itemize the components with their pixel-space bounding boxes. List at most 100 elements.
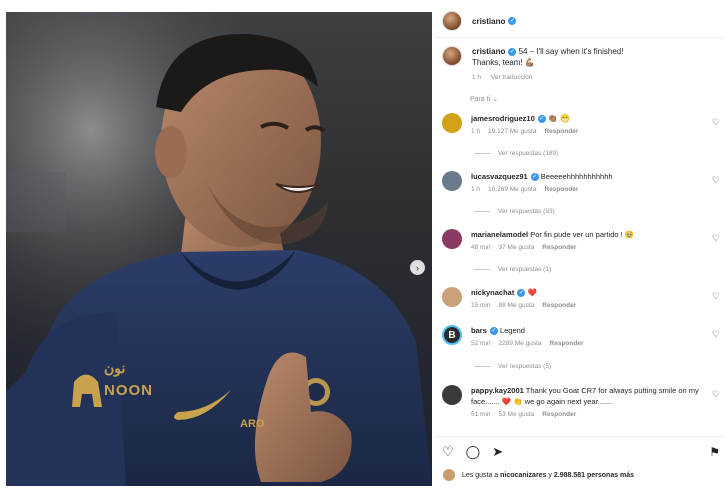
- liker-username[interactable]: nicocanizares: [500, 472, 546, 479]
- comment-time: 52 min: [471, 340, 491, 347]
- chevron-right-icon: ›: [416, 262, 419, 273]
- verified-badge-icon: ✓: [489, 327, 498, 336]
- view-replies-button[interactable]: Ver respuestas (1): [474, 266, 551, 273]
- bookmark-icon[interactable]: ⚑: [709, 445, 720, 459]
- view-replies-button[interactable]: Ver respuestas (5): [474, 363, 551, 370]
- comment-item: jamesrodriguez10 ✓ 👏🏽 😁 1 h 19.127 Me gust…: [442, 113, 724, 137]
- verified-badge-icon: ✓: [508, 17, 517, 25]
- comment-avatar[interactable]: [442, 229, 462, 249]
- view-replies-button[interactable]: Ver respuestas (93): [474, 208, 555, 215]
- view-replies-label: Ver respuestas (1): [498, 266, 552, 273]
- reply-button[interactable]: Responder: [544, 128, 578, 135]
- replies-line: [474, 269, 490, 270]
- caption-time: 1 h: [472, 74, 482, 81]
- likes-count[interactable]: 2.988.581: [554, 472, 585, 479]
- replies-line: [474, 366, 490, 367]
- jersey-sponsor-arabic: ﻧﻮﻥ: [104, 360, 126, 376]
- post-caption: cristiano ✓ 54 – I'll say when it's finis…: [442, 46, 722, 83]
- comment-like-heart-icon[interactable]: ♡: [712, 233, 720, 244]
- comment-item: B bars ✓ Legend 52 min 2289 Me gusta Respon…: [442, 325, 724, 349]
- caption-username[interactable]: cristiano: [472, 47, 505, 56]
- comment-like-heart-icon[interactable]: ♡: [712, 117, 720, 128]
- comment-time: 1 h: [471, 186, 481, 193]
- comment-text: Legend: [499, 326, 525, 335]
- actions-divider: [434, 436, 724, 437]
- comment-like-heart-icon[interactable]: ♡: [712, 329, 720, 340]
- comment-icon[interactable]: ◯: [466, 445, 481, 459]
- caption-avatar[interactable]: [442, 46, 462, 66]
- post-header: cristiano ✓: [434, 8, 724, 34]
- comment-sort-dropdown[interactable]: Para ti ⌄: [470, 95, 498, 103]
- comment-text: Beeeeehhhhhhhhhhh: [540, 172, 613, 181]
- comment-avatar[interactable]: B: [442, 325, 462, 345]
- comment-text: 👏🏽 😁: [547, 114, 571, 123]
- comment-item: pappy.kay2001 Thank you Goat CR7 for alw…: [442, 385, 724, 420]
- verified-badge-icon: ✓: [537, 115, 546, 124]
- comment-username[interactable]: marianelamodel: [471, 230, 528, 239]
- replies-line: [474, 153, 490, 154]
- reply-button[interactable]: Responder: [542, 411, 576, 418]
- comment-likes[interactable]: 88 Me gusta: [499, 302, 535, 309]
- liker-avatar: [442, 468, 456, 482]
- comment-item: marianelamodel Por fin pude ver un parti…: [442, 229, 724, 253]
- comment-like-heart-icon[interactable]: ♡: [712, 291, 720, 302]
- author-username[interactable]: cristiano: [472, 17, 505, 26]
- post-side-panel: cristiano ✓ cristiano ✓ 54 – I'll say whe…: [434, 0, 728, 488]
- view-replies-label: Ver respuestas (93): [498, 208, 555, 215]
- verified-badge-icon: ✓: [530, 173, 539, 182]
- comment-likes[interactable]: 37 Me gusta: [499, 244, 535, 251]
- post-photo: ﻧﻮﻥ NOON ARO: [6, 12, 432, 486]
- comment-item: lucasvazquez91 ✓ Beeeeehhhhhhhhhhh 1 h 10.…: [442, 171, 724, 195]
- post-actions: ♡ ◯ ➤ ⚑: [442, 444, 724, 460]
- comment-like-heart-icon[interactable]: ♡: [712, 389, 720, 400]
- comment-like-heart-icon[interactable]: ♡: [712, 175, 720, 186]
- likes-suffix[interactable]: personas más: [587, 472, 634, 479]
- comment-avatar[interactable]: [442, 113, 462, 133]
- see-translation-link[interactable]: Ver traducción: [491, 74, 533, 81]
- comment-likes[interactable]: 53 Me gusta: [499, 411, 535, 418]
- reply-button[interactable]: Responder: [544, 186, 578, 193]
- caption-text-line2: Thanks, team! 💪🏽: [472, 58, 535, 67]
- reply-button[interactable]: Responder: [542, 244, 576, 251]
- likes-connector: y: [548, 471, 552, 479]
- likes-prefix: Les gusta a: [462, 471, 499, 479]
- comment-time: 15 min: [471, 302, 491, 309]
- share-icon[interactable]: ➤: [492, 445, 503, 459]
- comment-text: Por fin pude ver un partido ! 🥹: [530, 230, 635, 239]
- chevron-down-icon: ⌄: [492, 96, 499, 103]
- comment-likes[interactable]: 2289 Me gusta: [499, 340, 542, 347]
- comment-username[interactable]: lucasvazquez91: [471, 172, 528, 181]
- reply-button[interactable]: Responder: [542, 302, 576, 309]
- comment-username[interactable]: jamesrodriguez10: [471, 114, 535, 123]
- verified-badge-icon: ✓: [508, 47, 517, 56]
- comment-avatar[interactable]: [442, 385, 462, 405]
- player-illustration: [6, 12, 432, 486]
- caption-text: 54 – I'll say when it's finished!: [518, 47, 624, 56]
- comment-item: nickynachat ✓ ❤️ 15 min 88 Me gusta Respond…: [442, 287, 724, 311]
- header-divider: [434, 37, 724, 38]
- comment-username[interactable]: nickynachat: [471, 288, 514, 297]
- heart-icon[interactable]: ♡: [442, 445, 454, 459]
- comment-avatar[interactable]: [442, 171, 462, 191]
- view-replies-label: Ver respuestas (189): [498, 150, 559, 157]
- jersey-sponsor-latin: NOON: [104, 382, 153, 399]
- comment-time: 48 min: [471, 244, 491, 251]
- reply-button[interactable]: Responder: [550, 340, 584, 347]
- comment-username[interactable]: pappy.kay2001: [471, 386, 524, 395]
- likes-summary: Les gusta a nicocanizares y 2.988.581 pe…: [442, 468, 634, 482]
- comment-username[interactable]: bars: [471, 326, 487, 335]
- comment-avatar[interactable]: [442, 287, 462, 307]
- comment-likes[interactable]: 19.127 Me gusta: [488, 128, 536, 135]
- replies-line: [474, 211, 490, 212]
- comment-likes[interactable]: 10.269 Me gusta: [488, 186, 536, 193]
- view-replies-button[interactable]: Ver respuestas (189): [474, 150, 558, 157]
- next-photo-button[interactable]: ›: [410, 260, 425, 275]
- view-replies-label: Ver respuestas (5): [498, 363, 552, 370]
- comment-time: 1 h: [471, 128, 481, 135]
- verified-badge-icon: ✓: [517, 289, 526, 298]
- jersey-partner: ARO: [240, 418, 265, 430]
- comment-text: ❤️: [527, 288, 537, 297]
- author-avatar[interactable]: [442, 11, 462, 31]
- comment-time: 51 min: [471, 411, 491, 418]
- sort-label: Para ti: [470, 96, 491, 103]
